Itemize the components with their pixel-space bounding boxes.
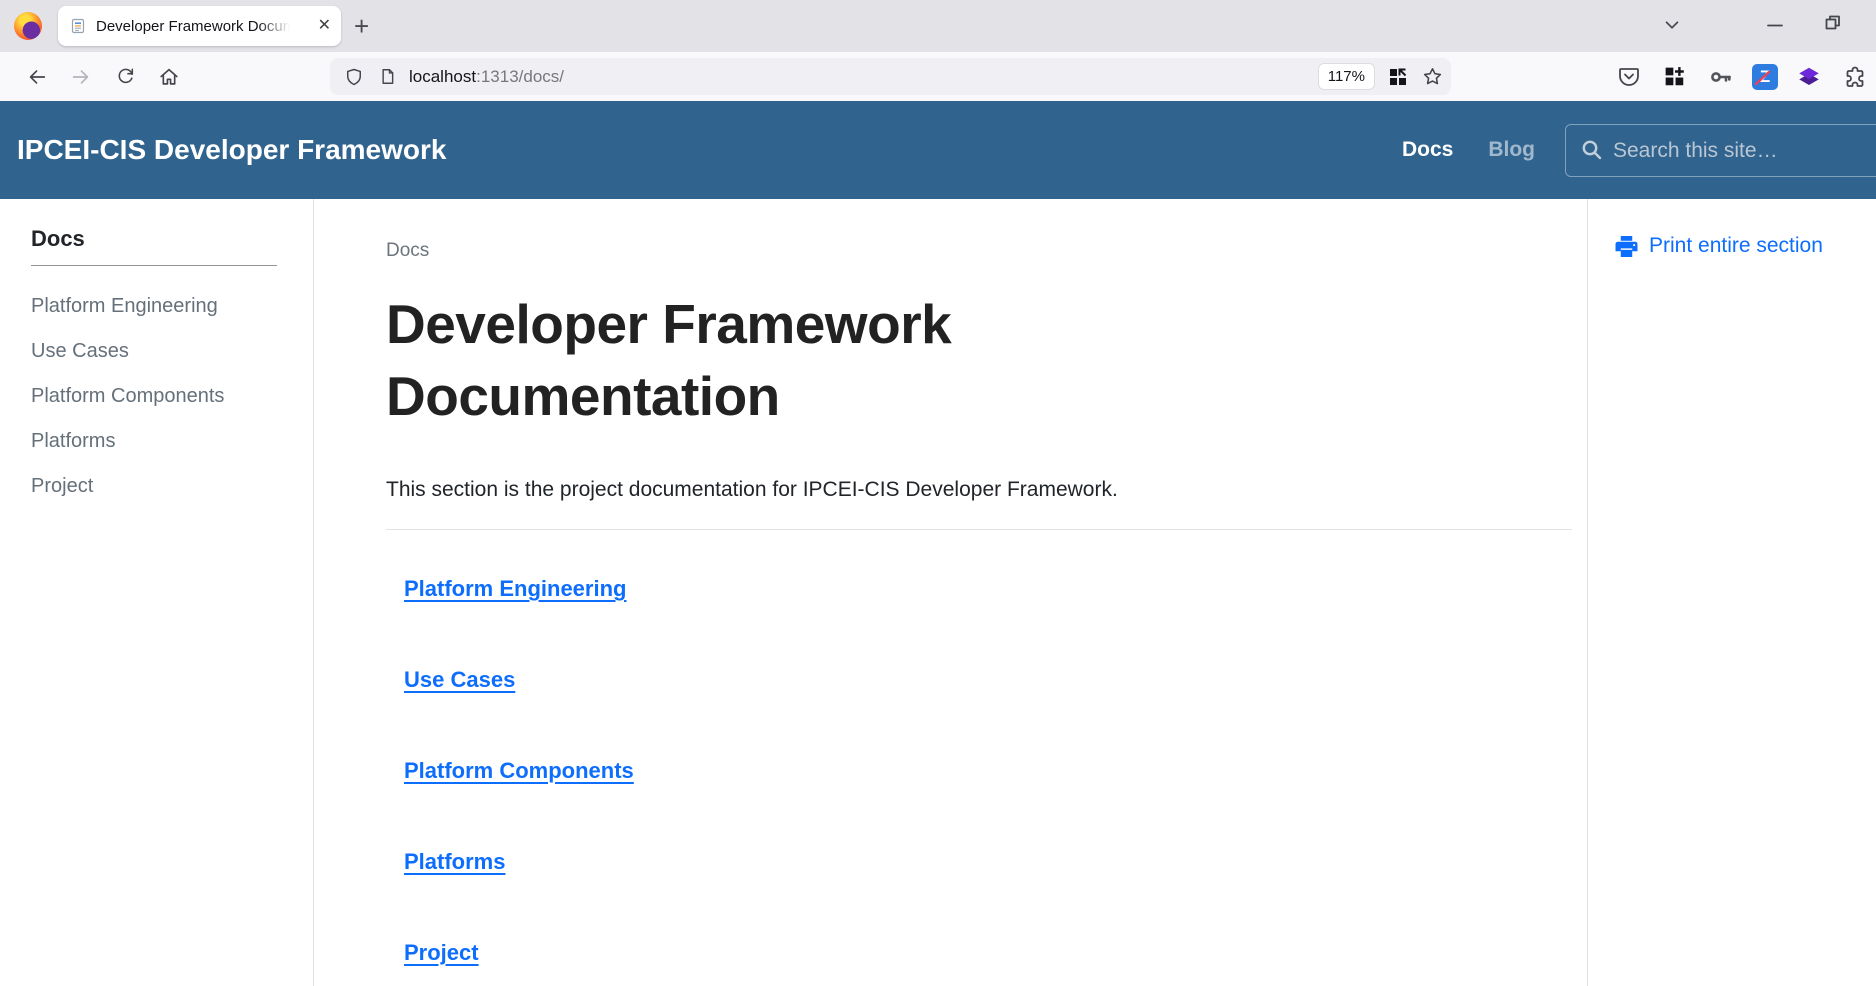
section-link[interactable]: Platform Engineering [404, 575, 626, 603]
new-tab-button[interactable]: + [354, 13, 369, 39]
browser-tab[interactable]: Developer Framework Documentation ✕ [58, 6, 341, 46]
sidebar-heading-docs[interactable]: Docs [31, 226, 313, 252]
tab-strip: Developer Framework Documentation ✕ + [0, 0, 1876, 52]
browser-window: Developer Framework Documentation ✕ + [0, 0, 1876, 986]
right-column: Print entire section [1587, 199, 1876, 986]
intro-paragraph: This section is the project documentatio… [386, 478, 1572, 502]
sidebar-item-link[interactable]: Platforms [31, 419, 313, 464]
print-section-label: Print entire section [1649, 233, 1823, 259]
sidebar-item-link[interactable]: Use Cases [31, 329, 313, 374]
sidebar-item-link[interactable]: Platform Engineering [31, 284, 313, 329]
sidebar-divider [31, 265, 277, 266]
tab-close-icon[interactable]: ✕ [318, 18, 331, 34]
bookmark-star-icon[interactable] [1422, 66, 1443, 87]
printer-icon [1615, 236, 1638, 257]
section-link[interactable]: Project [404, 939, 479, 967]
sidebar-item: Platform Components [31, 374, 313, 419]
site-header: IPCEI-CIS Developer Framework Docs Blog [0, 101, 1876, 199]
page-body: Docs Platform EngineeringUse CasesPlatfo… [0, 199, 1876, 986]
section-link[interactable]: Platforms [404, 848, 505, 876]
key-password-icon[interactable] [1706, 62, 1736, 92]
back-button[interactable] [20, 60, 54, 94]
purple-layers-extension-icon[interactable] [1794, 62, 1824, 92]
tab-title: Developer Framework Documentation [96, 18, 294, 35]
sidebar-item-link[interactable]: Project [31, 464, 313, 509]
reload-button[interactable] [108, 60, 142, 94]
sidebar-item: Platform Engineering [31, 284, 313, 329]
tab-favicon-document-icon [70, 18, 86, 34]
pocket-icon[interactable] [1614, 62, 1644, 92]
tracking-shield-icon[interactable] [344, 67, 364, 87]
extensions-puzzle-icon[interactable] [1840, 62, 1870, 92]
content-divider [386, 529, 1572, 530]
header-nav: Docs Blog [1402, 101, 1535, 199]
home-button[interactable] [152, 60, 186, 94]
window-restore-icon[interactable] [1824, 14, 1842, 32]
nav-blog[interactable]: Blog [1488, 138, 1535, 162]
reload-icon [115, 66, 136, 87]
tab-list-chevron-icon[interactable] [1661, 14, 1683, 36]
sidebar-item: Project [31, 464, 313, 509]
zoom-level-button[interactable]: 117% [1319, 64, 1374, 89]
main-content: Docs Developer Framework Documentation T… [314, 199, 1587, 986]
grid-plus-extension-icon[interactable] [1660, 62, 1690, 92]
zotero-icon[interactable]: Z [1752, 64, 1778, 90]
extension-buttons: Z [1614, 62, 1872, 92]
sidebar-item-link[interactable]: Platform Components [31, 374, 313, 419]
docs-sidebar: Docs Platform EngineeringUse CasesPlatfo… [0, 199, 314, 986]
sidebar-nav-list: Platform EngineeringUse CasesPlatform Co… [31, 284, 313, 509]
firefox-logo-icon[interactable] [14, 12, 42, 40]
section-link[interactable]: Use Cases [404, 666, 515, 694]
back-arrow-icon [26, 66, 48, 88]
search-icon [1580, 138, 1604, 162]
window-minimize-icon[interactable] [1766, 16, 1784, 34]
grid-arrow-extension-icon[interactable] [1388, 67, 1408, 87]
section-link-list: Platform Engineering Use Cases Platform Co… [404, 575, 1572, 967]
section-link[interactable]: Platform Components [404, 757, 634, 785]
search-input[interactable] [1565, 124, 1876, 177]
url-bar[interactable]: localhost:1313/docs/ 117% [330, 58, 1451, 95]
page-info-icon[interactable] [378, 67, 397, 86]
forward-button[interactable] [64, 60, 98, 94]
sidebar-item: Platforms [31, 419, 313, 464]
breadcrumb: Docs [386, 240, 1572, 262]
page-title: Developer Framework Documentation [386, 288, 1146, 432]
forward-arrow-icon [70, 66, 92, 88]
print-section-link[interactable]: Print entire section [1615, 233, 1876, 259]
nav-docs[interactable]: Docs [1402, 138, 1453, 162]
url-text[interactable]: localhost:1313/docs/ [409, 67, 564, 87]
sidebar-item: Use Cases [31, 329, 313, 374]
home-icon [158, 66, 180, 88]
navigation-toolbar: localhost:1313/docs/ 117% [0, 52, 1876, 101]
site-search [1565, 124, 1876, 177]
site-brand[interactable]: IPCEI-CIS Developer Framework [17, 101, 446, 199]
